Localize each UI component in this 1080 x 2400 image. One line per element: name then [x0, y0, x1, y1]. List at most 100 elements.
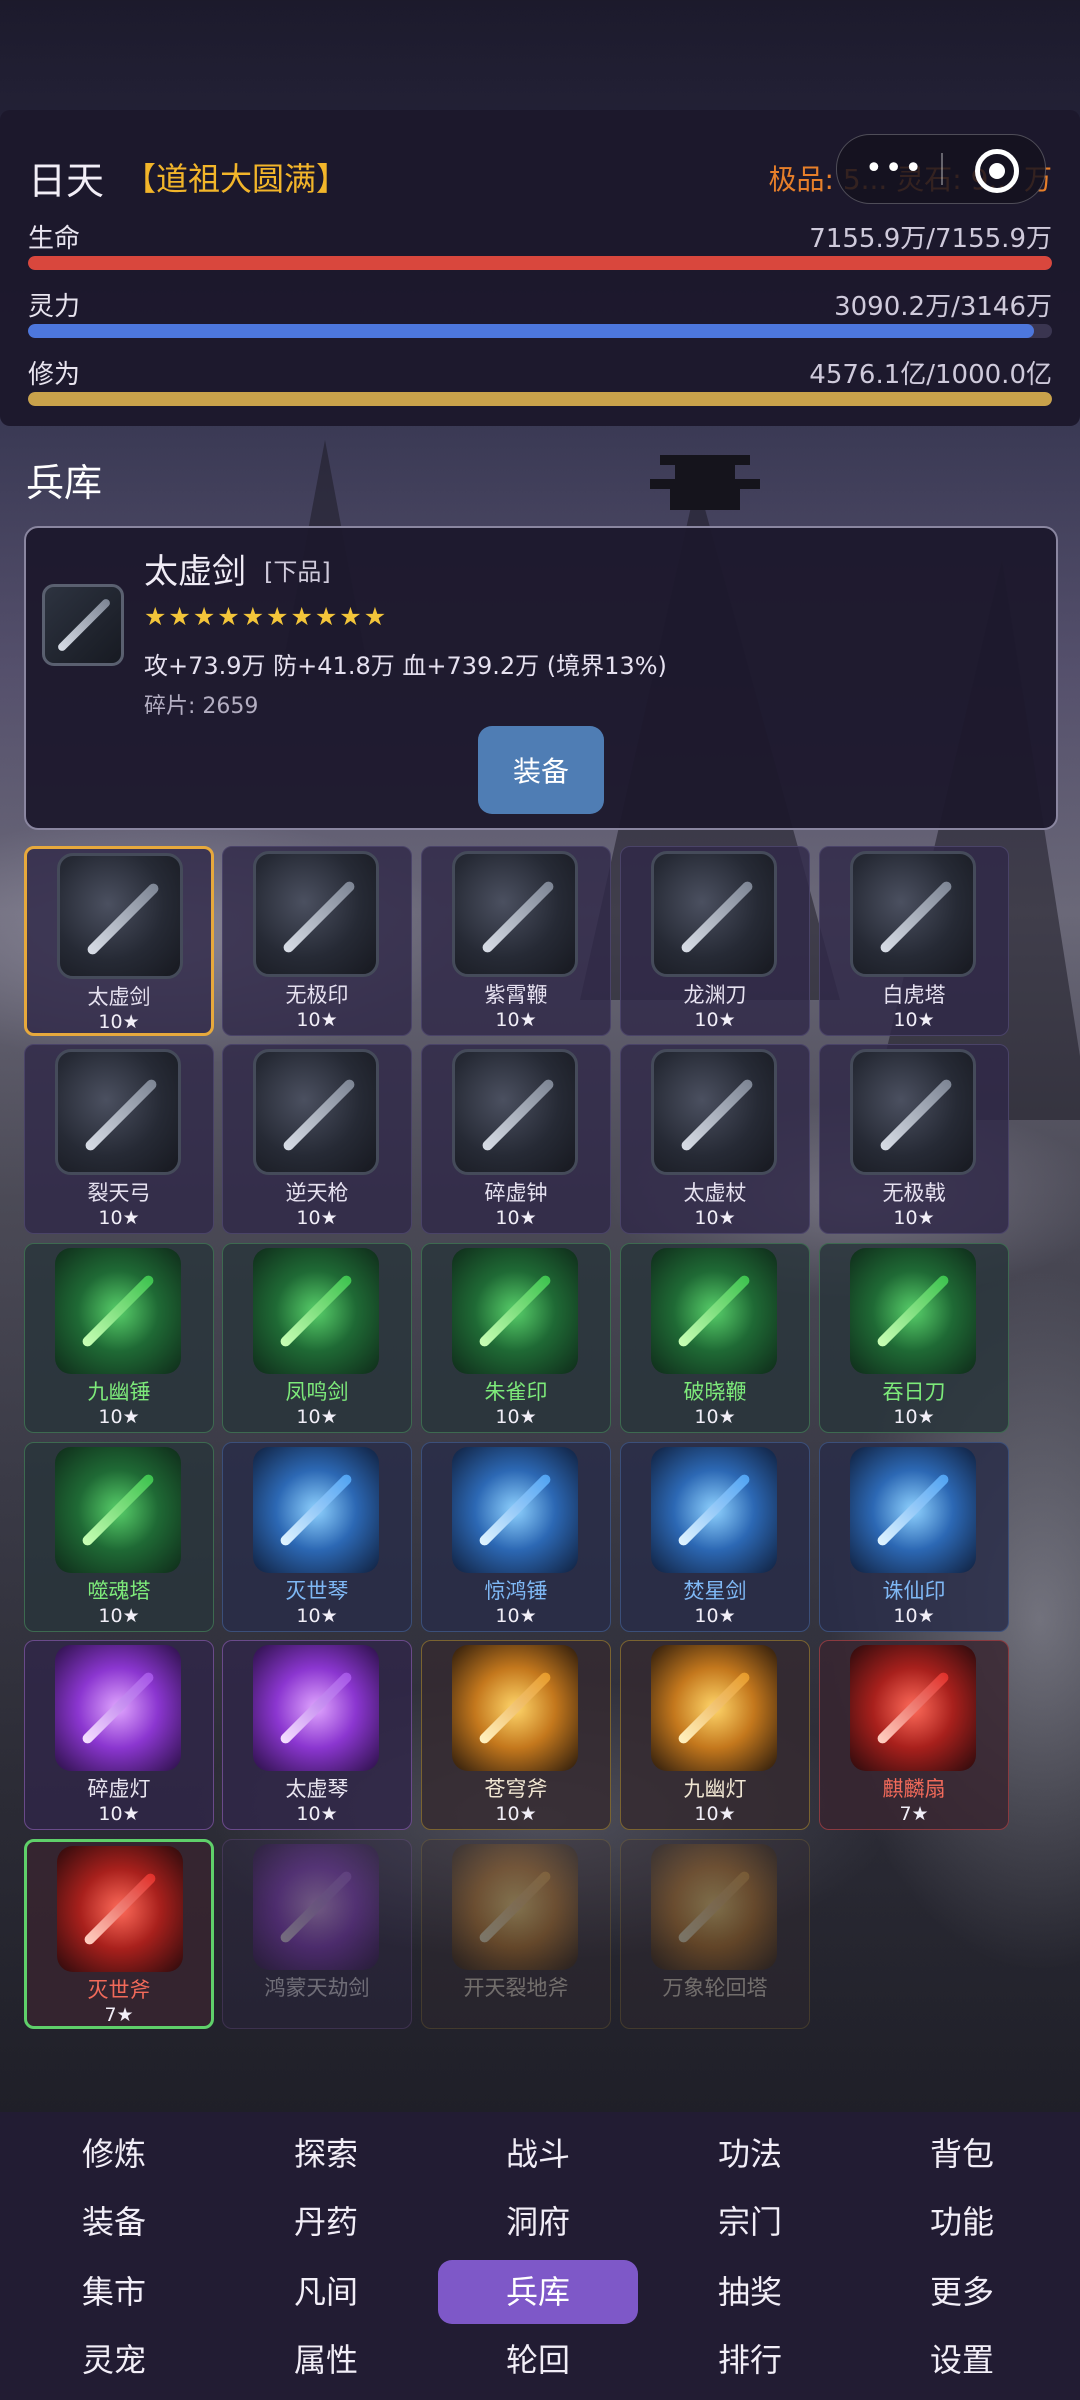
detail-stars: ★★★★★★★★★★ [144, 602, 389, 631]
nav-item[interactable]: 背包 [862, 2122, 1062, 2186]
sword-glyph [278, 1869, 354, 1945]
nav-item[interactable]: 集市 [14, 2260, 214, 2324]
weapon-card[interactable]: 朱雀印 10★ [421, 1243, 611, 1433]
weapon-level: 10★ [495, 1009, 537, 1031]
nav-item[interactable]: 宗门 [650, 2190, 850, 2254]
sword-glyph [676, 1472, 752, 1548]
weapon-card[interactable]: 灭世斧 7★ [24, 1839, 214, 2029]
weapon-level: 10★ [98, 1011, 140, 1033]
miniprogram-capsule[interactable]: ••• [836, 134, 1046, 204]
weapon-card[interactable]: 白虎塔 10★ [819, 846, 1009, 1036]
weapon-level: 10★ [98, 1803, 140, 1825]
weapon-card[interactable]: 逆天枪 10★ [222, 1044, 412, 1234]
weapon-card[interactable]: 龙渊刀 10★ [620, 846, 810, 1036]
nav-item[interactable]: 修炼 [14, 2122, 214, 2186]
nav-item[interactable]: 丹药 [226, 2190, 426, 2254]
weapon-card[interactable]: 凤鸣剑 10★ [222, 1243, 412, 1433]
weapon-card[interactable]: 噬魂塔 10★ [24, 1442, 214, 1632]
weapon-icon [253, 1447, 379, 1573]
weapon-icon [651, 1248, 777, 1374]
nav-item[interactable]: 抽奖 [650, 2260, 850, 2324]
weapon-level: 10★ [694, 1009, 736, 1031]
weapon-name: 紫霄鞭 [484, 983, 548, 1007]
weapon-icon [452, 851, 578, 977]
weapon-card[interactable]: 苍穹斧 10★ [421, 1640, 611, 1830]
weapon-level: 10★ [495, 1605, 537, 1627]
sword-glyph [278, 1273, 354, 1349]
sword-glyph [875, 1472, 951, 1548]
status-panel: 日天 【道祖大圆满】 极品: 5... 灵石: 9... 万 ••• 生命 71… [0, 110, 1080, 426]
weapon-card[interactable]: 吞日刀 10★ [819, 1243, 1009, 1433]
weapon-icon [253, 1248, 379, 1374]
nav-item[interactable]: 探索 [226, 2122, 426, 2186]
weapon-card[interactable]: 九幽锤 10★ [24, 1243, 214, 1433]
sword-glyph [281, 879, 357, 955]
weapon-name: 逆天枪 [285, 1181, 349, 1205]
weapon-card[interactable]: 九幽灯 10★ [620, 1640, 810, 1830]
nav-item[interactable]: 装备 [14, 2190, 214, 2254]
weapon-level: 10★ [694, 1605, 736, 1627]
weapon-icon [55, 1049, 181, 1175]
detail-weapon-grade: [下品] [264, 558, 331, 586]
nav-item[interactable]: 灵宠 [14, 2328, 214, 2392]
weapon-card[interactable]: 鸿蒙天劫剑 [222, 1839, 412, 2029]
weapon-card[interactable]: 碎虚灯 10★ [24, 1640, 214, 1830]
capsule-divider [941, 153, 943, 185]
weapon-card[interactable]: 惊鸿锤 10★ [421, 1442, 611, 1632]
weapon-icon [253, 1844, 379, 1970]
nav-item[interactable]: 排行 [650, 2328, 850, 2392]
sword-glyph [80, 1670, 156, 1746]
sword-glyph [80, 1472, 156, 1548]
equip-button[interactable]: 装备 [478, 726, 604, 814]
weapon-card[interactable]: 焚星剑 10★ [620, 1442, 810, 1632]
weapon-icon [651, 1049, 777, 1175]
weapon-card[interactable]: 麒麟扇 7★ [819, 1640, 1009, 1830]
nav-item[interactable]: 战斗 [438, 2122, 638, 2186]
detail-stats: 攻+73.9万 防+41.8万 血+739.2万 (境界13%) [144, 652, 667, 680]
weapon-level: 10★ [694, 1803, 736, 1825]
weapon-name: 碎虚钟 [484, 1181, 548, 1205]
weapon-card[interactable]: 破晓鞭 10★ [620, 1243, 810, 1433]
more-dots-icon[interactable]: ••• [865, 151, 924, 186]
section-title: 兵库 [26, 461, 103, 505]
weapon-card[interactable]: 灭世琴 10★ [222, 1442, 412, 1632]
weapon-card[interactable]: 太虚琴 10★ [222, 1640, 412, 1830]
nav-item[interactable]: 轮回 [438, 2328, 638, 2392]
weapon-icon [452, 1447, 578, 1573]
sword-glyph [878, 1077, 954, 1153]
sword-glyph [676, 1869, 752, 1945]
sword-glyph [875, 1273, 951, 1349]
weapon-card[interactable]: 紫霄鞭 10★ [421, 846, 611, 1036]
nav-item[interactable]: 功能 [862, 2190, 1062, 2254]
weapon-icon [850, 1447, 976, 1573]
nav-item[interactable]: 洞府 [438, 2190, 638, 2254]
hp-bar [28, 256, 1052, 270]
nav-item[interactable]: 更多 [862, 2260, 1062, 2324]
nav-item[interactable]: 设置 [862, 2328, 1062, 2392]
weapon-name: 碎虚灯 [87, 1777, 151, 1801]
nav-item[interactable]: 兵库 [438, 2260, 638, 2324]
weapon-name: 鸿蒙天劫剑 [264, 1976, 370, 2000]
weapon-level: 7★ [899, 1803, 929, 1825]
weapon-name: 诛仙印 [882, 1579, 946, 1603]
weapon-card[interactable]: 裂天弓 10★ [24, 1044, 214, 1234]
weapon-detail-card: 太虚剑 [下品] ★★★★★★★★★★ 攻+73.9万 防+41.8万 血+73… [24, 526, 1058, 830]
sword-glyph [477, 1869, 553, 1945]
weapon-card[interactable]: 无极印 10★ [222, 846, 412, 1036]
close-target-icon[interactable] [975, 149, 1019, 193]
weapon-name: 惊鸿锤 [484, 1579, 548, 1603]
weapon-card[interactable]: 太虚剑 10★ [24, 846, 214, 1036]
nav-item[interactable]: 属性 [226, 2328, 426, 2392]
weapon-card[interactable]: 无极戟 10★ [819, 1044, 1009, 1234]
weapon-card[interactable]: 诛仙印 10★ [819, 1442, 1009, 1632]
weapon-card[interactable]: 万象轮回塔 [620, 1839, 810, 2029]
weapon-card[interactable]: 太虚杖 10★ [620, 1044, 810, 1234]
nav-item[interactable]: 凡间 [226, 2260, 426, 2324]
weapon-level: 10★ [495, 1207, 537, 1229]
weapon-card[interactable]: 开天裂地斧 [421, 1839, 611, 2029]
weapon-level: 10★ [98, 1406, 140, 1428]
weapon-level: 10★ [495, 1406, 537, 1428]
nav-item[interactable]: 功法 [650, 2122, 850, 2186]
sword-glyph [281, 1077, 357, 1153]
weapon-card[interactable]: 碎虚钟 10★ [421, 1044, 611, 1234]
